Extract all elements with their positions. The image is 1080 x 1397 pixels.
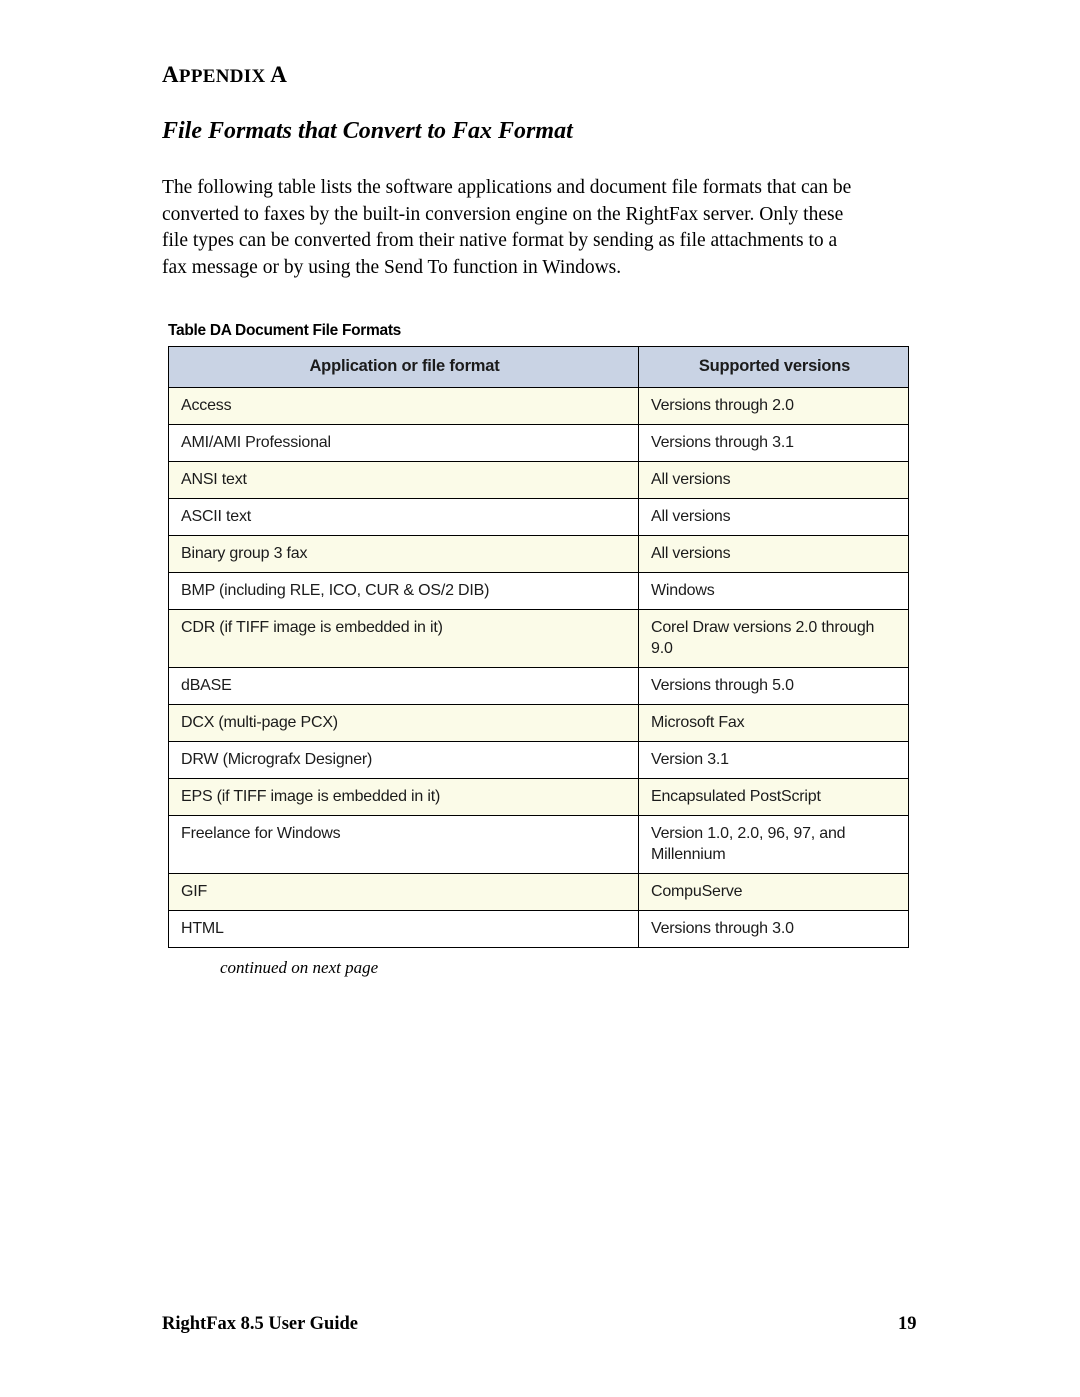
cell-versions: All versions (638, 498, 909, 536)
cell-versions: Versions through 2.0 (638, 387, 909, 425)
cell-versions: Versions through 3.1 (638, 424, 909, 462)
cell-format: Freelance for Windows (168, 815, 639, 874)
table-row: CDR (if TIFF image is embedded in it) Co… (168, 609, 909, 668)
cell-versions: All versions (638, 461, 909, 499)
cell-format: Binary group 3 fax (168, 535, 639, 573)
table-row: EPS (if TIFF image is embedded in it) En… (168, 778, 909, 816)
cell-format: GIF (168, 873, 639, 911)
cell-format: AMI/AMI Professional (168, 424, 639, 462)
cell-format: ANSI text (168, 461, 639, 499)
table-row: Binary group 3 fax All versions (168, 535, 909, 573)
table-row: ASCII text All versions (168, 498, 909, 536)
cell-format: ASCII text (168, 498, 639, 536)
cell-versions: All versions (638, 535, 909, 573)
table-caption: Table DA Document File Formats (168, 322, 402, 339)
document-page: APPENDIX A File Formats that Convert to … (0, 0, 1080, 1397)
page-subtitle: File Formats that Convert to Fax Format (162, 118, 573, 144)
table-row: ANSI text All versions (168, 461, 909, 499)
table-body: Access Versions through 2.0 AMI/AMI Prof… (168, 387, 909, 948)
cell-versions: CompuServe (638, 873, 909, 911)
cell-format: HTML (168, 910, 639, 948)
continued-note: continued on next page (220, 958, 379, 977)
table-row: HTML Versions through 3.0 (168, 910, 909, 948)
cell-format: DCX (multi-page PCX) (168, 704, 639, 742)
table-row: Freelance for Windows Version 1.0, 2.0, … (168, 815, 909, 874)
table-row: AMI/AMI Professional Versions through 3.… (168, 424, 909, 462)
document-file-formats-table-block: Table DA Document File Formats Applicati… (168, 322, 909, 948)
cell-format: DRW (Micrografx Designer) (168, 741, 639, 779)
table-header-row: Application or file format Supported ver… (168, 346, 909, 388)
cell-format: EPS (if TIFF image is embedded in it) (168, 778, 639, 816)
cell-format: CDR (if TIFF image is embedded in it) (168, 609, 639, 668)
table-row: dBASE Versions through 5.0 (168, 667, 909, 705)
cell-versions: Microsoft Fax (638, 704, 909, 742)
column-header-application: Application or file format (168, 346, 639, 388)
footer-document-title: RightFax 8.5 User Guide (162, 1314, 358, 1334)
cell-format: BMP (including RLE, ICO, CUR & OS/2 DIB) (168, 572, 639, 610)
cell-versions: Versions through 5.0 (638, 667, 909, 705)
cell-versions: Versions through 3.0 (638, 910, 909, 948)
footer-page-number: 19 (898, 1314, 917, 1334)
table-row: Access Versions through 2.0 (168, 387, 909, 425)
document-file-formats-table: Application or file format Supported ver… (168, 346, 909, 948)
cell-versions: Version 3.1 (638, 741, 909, 779)
cell-versions: Encapsulated PostScript (638, 778, 909, 816)
table-row: DCX (multi-page PCX) Microsoft Fax (168, 704, 909, 742)
intro-paragraph: The following table lists the software a… (162, 177, 852, 278)
cell-versions: Windows (638, 572, 909, 610)
column-header-versions: Supported versions (638, 346, 909, 388)
page-title: APPENDIX A (162, 62, 288, 87)
table-row: BMP (including RLE, ICO, CUR & OS/2 DIB)… (168, 572, 909, 610)
cell-versions: Version 1.0, 2.0, 96, 97, and Millennium (638, 815, 909, 874)
cell-versions: Corel Draw versions 2.0 through 9.0 (638, 609, 909, 668)
cell-format: dBASE (168, 667, 639, 705)
table-row: DRW (Micrografx Designer) Version 3.1 (168, 741, 909, 779)
table-row: GIF CompuServe (168, 873, 909, 911)
cell-format: Access (168, 387, 639, 425)
